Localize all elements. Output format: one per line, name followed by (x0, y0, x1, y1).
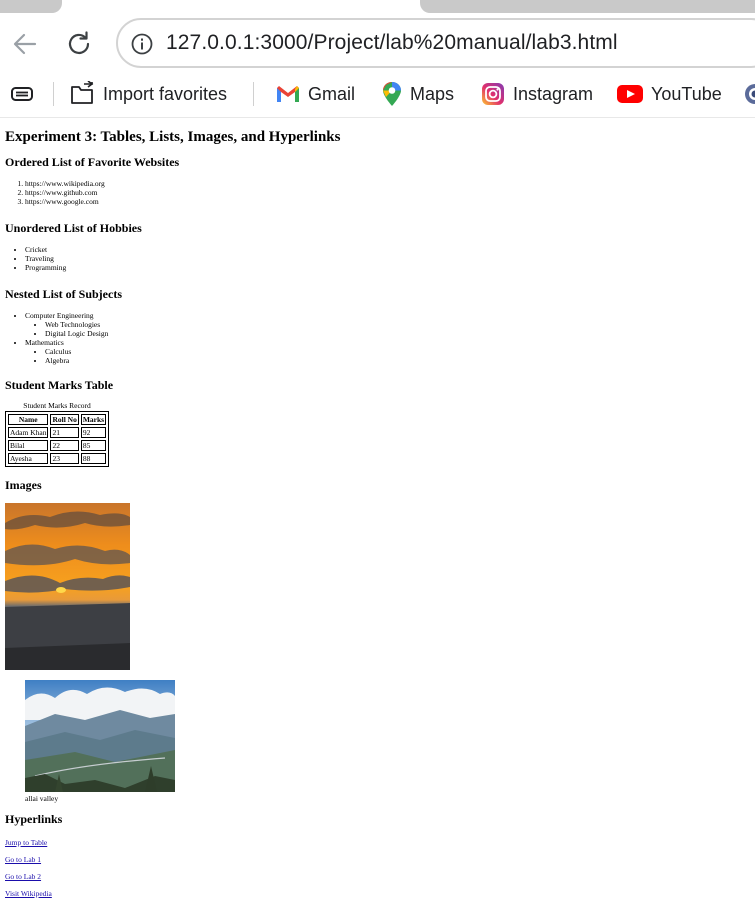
subject-group-label: Computer Engineering (25, 311, 94, 320)
list-item: Calculus (45, 347, 755, 356)
favorite-websites-list: https://www.wikipedia.org https://www.gi… (5, 179, 755, 206)
bookmarks-divider (253, 82, 254, 106)
table-row: Adam Khan 21 92 (8, 427, 107, 438)
nested-list: Calculus Algebra (25, 347, 755, 365)
list-item: https://www.google.com (25, 197, 755, 206)
table-header-row: Name Roll No Marks (8, 414, 107, 425)
bookmark-youtube[interactable]: YouTube (617, 80, 722, 108)
table-cell: 23 (50, 453, 79, 464)
list-item: Computer Engineering Web Technologies Di… (25, 311, 755, 338)
valley-image (25, 680, 175, 792)
table-row: Bilal 22 85 (8, 440, 107, 451)
list-item: https://www.wikipedia.org (25, 179, 755, 188)
table-cell: Bilal (8, 440, 49, 451)
list-item: Traveling (25, 254, 755, 263)
list-item: Digital Logic Design (45, 329, 755, 338)
list-item: Algebra (45, 356, 755, 365)
column-header: Marks (80, 414, 107, 425)
browser-tab[interactable] (0, 0, 62, 13)
image-caption: allai valley (25, 794, 59, 803)
browser-toolbar: 127.0.0.1:3000/Project/lab%20manual/lab3… (0, 14, 755, 74)
bookmark-label: Import favorites (103, 83, 228, 104)
go-to-lab2-link[interactable]: Go to Lab 2 (5, 872, 755, 881)
bookmark-label: Maps (410, 83, 455, 104)
list-item: https://www.github.com (25, 188, 755, 197)
bookmarks-bar: Import favorites Gmail Maps Instagram Yo… (0, 74, 755, 114)
hobbies-list: Cricket Traveling Programming (5, 245, 755, 272)
nested-list: Web Technologies Digital Logic Design (25, 320, 755, 338)
table-heading: Student Marks Table (5, 378, 114, 392)
bookmark-label: Instagram (513, 83, 594, 104)
bookmark-label: Gmail (308, 83, 356, 104)
visit-wikipedia-link[interactable]: Visit Wikipedia (5, 889, 755, 898)
table-caption: Student Marks Record (23, 401, 91, 410)
tab-strip (0, 0, 755, 14)
maps-icon (383, 82, 401, 106)
column-header: Roll No (50, 414, 79, 425)
table-cell: Ayesha (8, 453, 49, 464)
jump-to-table-link[interactable]: Jump to Table (5, 838, 755, 847)
bookmark-label: YouTube (651, 83, 722, 104)
back-button[interactable] (8, 27, 42, 61)
bookmark-gmail[interactable]: Gmail (276, 80, 355, 108)
table-cell: 88 (80, 453, 107, 464)
page-title: Experiment 3: Tables, Lists, Images, and… (5, 129, 341, 145)
table-row: Ayesha 23 88 (8, 453, 107, 464)
table-cell: Adam Khan (8, 427, 49, 438)
profile-button[interactable] (744, 80, 755, 108)
reload-button[interactable] (62, 27, 96, 61)
unordered-list-heading: Unordered List of Hobbies (5, 221, 142, 235)
table-cell: 21 (50, 427, 79, 438)
bookmark-instagram[interactable]: Instagram (481, 80, 593, 108)
list-item: Mathematics Calculus Algebra (25, 338, 755, 365)
import-favorites-icon (71, 81, 94, 104)
gmail-icon (277, 86, 299, 102)
back-arrow-icon (13, 33, 37, 55)
table-cell: 92 (80, 427, 107, 438)
list-item: Web Technologies (45, 320, 755, 329)
student-marks-table: Student Marks Record Name Roll No Marks … (5, 401, 110, 467)
table-cell: 85 (80, 440, 107, 451)
list-item: Programming (25, 263, 755, 272)
sunset-image (5, 503, 130, 670)
reload-icon (68, 31, 90, 54)
go-to-lab1-link[interactable]: Go to Lab 1 (5, 855, 755, 864)
collections-icon (11, 87, 33, 101)
youtube-icon (617, 85, 643, 103)
collections-button[interactable] (10, 80, 42, 108)
ordered-list-heading: Ordered List of Favorite Websites (5, 155, 180, 169)
site-info-icon[interactable] (130, 32, 154, 56)
browser-tab[interactable] (420, 0, 755, 13)
subjects-list: Computer Engineering Web Technologies Di… (5, 311, 755, 365)
bookmark-import-favorites[interactable]: Import favorites (69, 80, 227, 108)
table-cell: 22 (50, 440, 79, 451)
list-item: Cricket (25, 245, 755, 254)
hyperlinks-heading: Hyperlinks (5, 812, 63, 826)
nested-list-heading: Nested List of Subjects (5, 287, 122, 301)
instagram-icon (482, 83, 504, 105)
subject-group-label: Mathematics (25, 338, 64, 347)
page-viewport: Experiment 3: Tables, Lists, Images, and… (0, 118, 755, 908)
address-bar[interactable]: 127.0.0.1:3000/Project/lab%20manual/lab3… (116, 18, 755, 68)
column-header: Name (8, 414, 49, 425)
url-text[interactable]: 127.0.0.1:3000/Project/lab%20manual/lab3… (166, 31, 618, 55)
images-heading: Images (5, 478, 42, 492)
profile-icon (745, 84, 755, 104)
bookmarks-divider (53, 82, 54, 106)
bookmark-maps[interactable]: Maps (382, 80, 454, 108)
valley-figure: allai valley (25, 680, 755, 803)
